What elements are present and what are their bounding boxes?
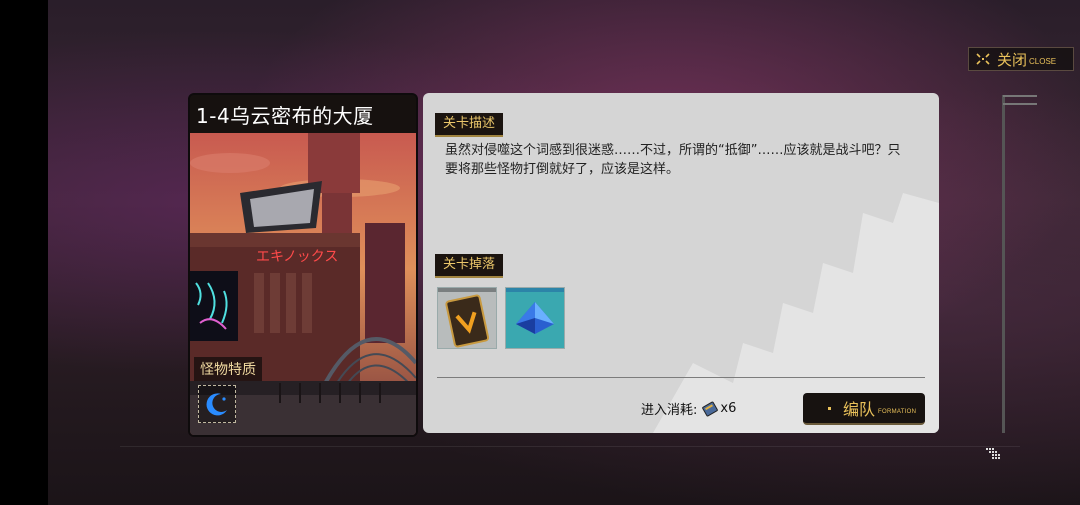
drop-item-v-card[interactable] [437,287,497,349]
close-button[interactable]: 关闭 CLOSE [968,47,1074,71]
panel-divider [437,377,925,378]
left-letterbox [0,0,48,505]
cost-label: 进入消耗: [641,403,698,418]
close-label: 关闭 [997,50,1028,69]
drop-item-strip [438,288,496,292]
monster-trait-slot[interactable] [198,385,236,423]
stage-description: 虽然对侵噬这个词感到很迷惑……不过，所谓的“抵御”……应该就是战斗吧？只要将那些… [445,143,901,177]
rail-marker [1003,103,1037,105]
formation-label: 编队 [843,400,876,419]
description-tag: 关卡描述 [435,113,504,137]
drop-item-crystal[interactable] [505,287,565,349]
entry-cost: 进入消耗: x6 [641,399,736,418]
moon-icon [206,393,227,416]
drops-tag: 关卡掉落 [435,254,504,278]
stage-card: 1-4乌云密布的大厦 エキノックス 怪物特质 [188,93,418,437]
sign-text: エキノックス [256,249,338,265]
formation-button[interactable]: 编队 FORMATION [803,393,925,425]
stage-info-panel: 关卡描述 虽然对侵噬这个词感到很迷惑……不过，所谓的“抵御”……应该就是战斗吧？… [423,93,939,433]
monster-trait-label: 怪物特质 [194,357,262,381]
grid-icon[interactable] [986,448,1000,460]
close-label-en: CLOSE [1029,57,1057,66]
bullet-icon [828,406,831,410]
stage-title-bar: 1-4乌云密布的大厦 [190,95,416,133]
blue-crystal-icon [506,292,564,348]
cost-value: x6 [720,401,737,416]
scroll-rail [1002,95,1005,433]
stage-title: 1-4乌云密布的大厦 [196,103,374,128]
floor-line [120,446,1020,447]
close-icon [976,53,990,65]
v-card-icon [445,294,490,348]
formation-label-en: FORMATION [878,409,917,415]
rail-marker [1003,95,1037,97]
ticket-icon [702,401,719,416]
